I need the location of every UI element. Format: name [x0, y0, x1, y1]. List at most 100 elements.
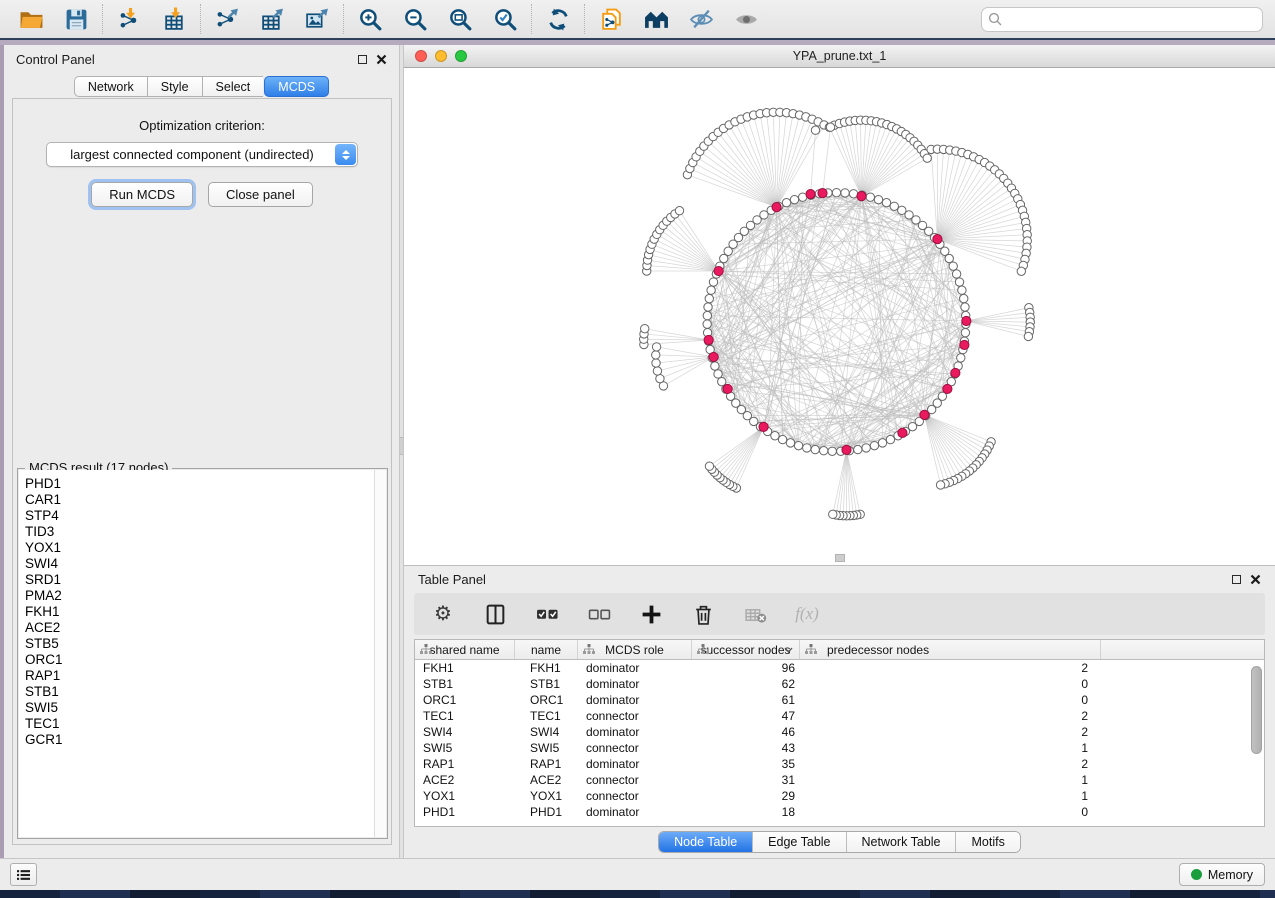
network-node[interactable] — [961, 303, 969, 311]
close-panel-icon[interactable] — [376, 54, 387, 65]
network-node[interactable] — [811, 445, 819, 453]
network-node[interactable] — [832, 188, 840, 196]
mcds-result-item[interactable]: STB1 — [25, 684, 386, 700]
mcds-dominator-node[interactable] — [933, 234, 942, 243]
tab-node-table[interactable]: Node Table — [659, 832, 753, 852]
delete-column-button[interactable] — [690, 601, 716, 627]
show-columns-button[interactable] — [482, 601, 508, 627]
function-builder-button[interactable]: f(x) — [794, 601, 820, 627]
network-node[interactable] — [878, 439, 886, 447]
network-node[interactable] — [794, 441, 802, 449]
network-node[interactable] — [886, 435, 894, 443]
tab-edge-table[interactable]: Edge Table — [753, 832, 846, 852]
network-node[interactable] — [803, 444, 811, 452]
mcds-result-item[interactable]: CAR1 — [25, 492, 386, 508]
network-node[interactable] — [958, 286, 966, 294]
add-column-button[interactable] — [638, 601, 664, 627]
table-row[interactable]: PHD1PHD1dominator180 — [415, 804, 1264, 820]
network-node[interactable] — [854, 445, 862, 453]
network-node[interactable] — [652, 359, 660, 367]
column-header-successor-nodes[interactable]: successor nodes — [692, 640, 800, 659]
mcds-result-item[interactable]: SRD1 — [25, 572, 386, 588]
mcds-result-item[interactable]: RAP1 — [25, 668, 386, 684]
network-node[interactable] — [786, 439, 794, 447]
column-header-predecessor-nodes[interactable]: predecessor nodes — [800, 640, 1101, 659]
mcds-list-scrollbar[interactable] — [374, 470, 386, 837]
network-node[interactable] — [790, 195, 798, 203]
network-node[interactable] — [653, 367, 661, 375]
export-network-button[interactable] — [213, 5, 241, 33]
network-node[interactable] — [957, 354, 965, 362]
network-node[interactable] — [652, 343, 660, 351]
network-node[interactable] — [656, 374, 664, 382]
mcds-result-item[interactable]: TID3 — [25, 524, 386, 540]
table-scrollbar[interactable] — [1251, 666, 1262, 754]
tab-style[interactable]: Style — [147, 76, 202, 97]
zoom-in-button[interactable] — [356, 5, 384, 33]
tab-motifs[interactable]: Motifs — [956, 832, 1019, 852]
tab-select[interactable]: Select — [202, 76, 264, 97]
mcds-result-item[interactable]: SWI5 — [25, 700, 386, 716]
network-node[interactable] — [923, 154, 931, 162]
mcds-dominator-node[interactable] — [714, 266, 723, 275]
network-node[interactable] — [811, 126, 819, 134]
mcds-dominator-node[interactable] — [842, 445, 851, 454]
mcds-result-item[interactable]: TEC1 — [25, 716, 386, 732]
network-node[interactable] — [782, 198, 790, 206]
network-node[interactable] — [945, 254, 953, 262]
splitter-grip[interactable] — [400, 437, 403, 455]
mcds-dominator-node[interactable] — [806, 190, 815, 199]
tab-network-table[interactable]: Network Table — [847, 832, 957, 852]
network-node[interactable] — [1017, 267, 1025, 275]
open-file-button[interactable] — [17, 5, 45, 33]
mcds-result-item[interactable]: YOX1 — [25, 540, 386, 556]
mcds-dominator-node[interactable] — [943, 384, 952, 393]
network-node[interactable] — [703, 311, 711, 319]
mcds-dominator-node[interactable] — [723, 384, 732, 393]
network-canvas[interactable] — [404, 68, 1275, 565]
mcds-result-item[interactable]: PHD1 — [25, 476, 386, 492]
close-panel-button[interactable]: Close panel — [208, 182, 313, 207]
deselect-all-button[interactable] — [586, 601, 612, 627]
memory-button[interactable]: Memory — [1179, 863, 1265, 886]
run-mcds-button[interactable]: Run MCDS — [91, 182, 193, 207]
network-node[interactable] — [961, 328, 969, 336]
import-network-button[interactable] — [115, 5, 143, 33]
tab-network[interactable]: Network — [74, 76, 147, 97]
export-image-button[interactable] — [303, 5, 331, 33]
network-node[interactable] — [890, 202, 898, 210]
network-node[interactable] — [714, 370, 722, 378]
network-node[interactable] — [707, 286, 715, 294]
mcds-result-item[interactable]: PMA2 — [25, 588, 386, 604]
mcds-result-item[interactable]: ACE2 — [25, 620, 386, 636]
network-node[interactable] — [955, 278, 963, 286]
optimization-select[interactable]: largest connected component (undirected) — [46, 142, 358, 167]
network-node[interactable] — [703, 320, 711, 328]
network-node[interactable] — [828, 447, 836, 455]
table-row[interactable]: RAP1RAP1dominator352 — [415, 756, 1264, 772]
column-header-shared-name[interactable]: shared name — [415, 640, 515, 659]
float-panel-icon[interactable] — [358, 55, 367, 64]
mcds-result-item[interactable]: STP4 — [25, 508, 386, 524]
table-row[interactable]: SWI4SWI4dominator462 — [415, 724, 1264, 740]
mcds-dominator-node[interactable] — [818, 189, 827, 198]
network-node[interactable] — [718, 377, 726, 385]
mcds-dominator-node[interactable] — [898, 428, 907, 437]
show-all-button[interactable] — [732, 5, 760, 33]
mcds-dominator-node[interactable] — [704, 335, 713, 344]
table-row[interactable]: ACE2ACE2connector311 — [415, 772, 1264, 788]
network-node[interactable] — [819, 447, 827, 455]
network-node[interactable] — [641, 325, 649, 333]
mcds-result-item[interactable]: STB5 — [25, 636, 386, 652]
column-header-MCDS-role[interactable]: MCDS role — [578, 640, 692, 659]
network-node[interactable] — [829, 510, 837, 518]
network-node[interactable] — [870, 441, 878, 449]
network-graph[interactable] — [404, 68, 1275, 565]
network-node[interactable] — [874, 195, 882, 203]
export-table-button[interactable] — [258, 5, 286, 33]
delete-table-button[interactable] — [742, 601, 768, 627]
network-node[interactable] — [778, 435, 786, 443]
mcds-result-list[interactable]: PHD1CAR1STP4TID3YOX1SWI4SRD1PMA2FKH1ACE2… — [19, 470, 386, 837]
network-node[interactable] — [862, 444, 870, 452]
network-node[interactable] — [704, 303, 712, 311]
